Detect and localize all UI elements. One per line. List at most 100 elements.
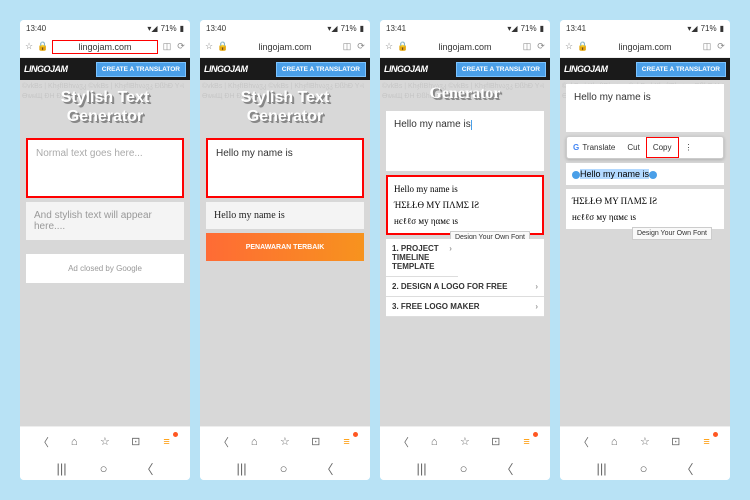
ad-link-row[interactable]: 2. DESIGN A LOGO FOR FREE› [386,277,544,297]
browser-url-bar[interactable]: ☆ 🔒 lingojam.com ◫ ⟳ [20,36,190,58]
url-text[interactable]: lingojam.com [412,42,518,52]
back-icon[interactable]: 〈 [395,434,411,450]
back-button[interactable]: 〈 [320,459,333,478]
input-textarea[interactable]: Normal text goes here... [26,138,184,198]
url-text[interactable]: lingojam.com [52,40,158,54]
chevron-right-icon: › [535,282,538,291]
refresh-icon[interactable]: ⟳ [356,42,366,52]
browser-url-bar[interactable]: ☆ 🔒 lingojam.com ◫ ⟳ [380,36,550,58]
bookmark-icon[interactable]: ☆ [97,434,113,450]
results-box: Hello my name is ΉΣŁŁӨ MY ПΛMΣ IƧ нєℓℓσ … [386,175,544,235]
output-result[interactable]: Hello my name is [206,202,364,229]
page-title: Stylish Text Generator [200,80,370,134]
battery-pct: 71% [341,24,357,33]
star-icon[interactable]: ☆ [564,42,574,52]
input-textarea[interactable]: Hello my name is [386,111,544,171]
input-textarea[interactable]: Hello my name is [206,138,364,198]
star-icon[interactable]: ☆ [24,42,34,52]
ad-banner[interactable]: PENAWARAN TERBAIK [206,233,364,261]
translate-icon[interactable]: ◫ [342,42,352,52]
refresh-icon[interactable]: ⟳ [536,42,546,52]
recent-apps-button[interactable]: ||| [236,461,246,476]
selection-handle-left[interactable] [572,171,580,179]
home-button[interactable]: ○ [640,461,648,476]
menu-icon[interactable]: ≡ [159,434,175,450]
battery-icon: ▮ [360,24,364,33]
site-logo[interactable]: LINGOJAM [24,64,68,74]
site-logo[interactable]: LINGOJAM [204,64,248,74]
menu-icon[interactable]: ≡ [339,434,355,450]
back-button[interactable]: 〈 [680,459,693,478]
browser-url-bar[interactable]: ☆ 🔒 lingojam.com ◫ ⟳ [560,36,730,58]
tabs-icon[interactable]: ⊡ [128,434,144,450]
back-icon[interactable]: 〈 [575,434,591,450]
star-icon[interactable]: ☆ [204,42,214,52]
bookmark-icon[interactable]: ☆ [457,434,473,450]
page-content: ©vkBs | KhჯfIBhvაჳკ ©vkBs | KhჯfIBhvაჳკ … [200,80,370,426]
create-translator-button[interactable]: CREATE A TRANSLATOR [276,62,366,77]
create-translator-button[interactable]: CREATE A TRANSLATOR [456,62,546,77]
back-button[interactable]: 〈 [500,459,513,478]
bookmark-icon[interactable]: ☆ [637,434,653,450]
refresh-icon[interactable]: ⟳ [176,42,186,52]
result-line[interactable]: Hello my name is [392,181,538,197]
result-line[interactable]: ΉΣŁŁӨ MY ПΛMΣ IƧ [392,197,538,213]
site-logo[interactable]: LINGOJAM [384,64,428,74]
url-text[interactable]: lingojam.com [232,42,338,52]
text-cursor [471,120,472,130]
site-header: LINGOJAM CREATE A TRANSLATOR [380,58,550,80]
result-line[interactable]: ΉΣŁŁӨ MY ПΛMΣ IƧ [570,193,720,209]
ad-link-row[interactable]: 3. FREE LOGO MAKER› [386,297,544,317]
input-textarea[interactable]: Hello my name is [566,84,724,132]
translate-icon[interactable]: ◫ [162,42,172,52]
tabs-icon[interactable]: ⊡ [488,434,504,450]
star-icon[interactable]: ☆ [384,42,394,52]
design-font-button[interactable]: Design Your Own Font [632,227,712,240]
page-title: Stylish Text Generator [20,80,190,134]
site-logo[interactable]: LINGOJAM [564,64,608,74]
home-icon[interactable]: ⌂ [246,434,262,450]
result-line[interactable]: нєℓℓσ му ηαмє ιѕ [392,213,538,229]
signal-icon: ▾◢ [507,24,517,33]
ad-link-row[interactable]: 1. PROJECT TIMELINE TEMPLATE› [386,239,458,277]
home-button[interactable]: ○ [100,461,108,476]
home-icon[interactable]: ⌂ [426,434,442,450]
browser-url-bar[interactable]: ☆ 🔒 lingojam.com ◫ ⟳ [200,36,370,58]
create-translator-button[interactable]: CREATE A TRANSLATOR [96,62,186,77]
cut-menu-item[interactable]: Cut [621,138,645,157]
more-menu-icon[interactable]: ⋮ [679,138,699,157]
home-icon[interactable]: ⌂ [66,434,82,450]
output-area: And stylish text will appear here.... [26,202,184,240]
back-icon[interactable]: 〈 [215,434,231,450]
browser-bottom-nav: 〈 ⌂ ☆ ⊡ ≡ [380,426,550,456]
bookmark-icon[interactable]: ☆ [277,434,293,450]
tabs-icon[interactable]: ⊡ [668,434,684,450]
system-nav: ||| ○ 〈 [20,456,190,480]
home-icon[interactable]: ⌂ [606,434,622,450]
back-icon[interactable]: 〈 [35,434,51,450]
recent-apps-button[interactable]: ||| [416,461,426,476]
translate-menu-item[interactable]: G Translate [567,138,621,157]
translate-icon[interactable]: ◫ [702,42,712,52]
create-translator-button[interactable]: CREATE A TRANSLATOR [636,62,726,77]
back-button[interactable]: 〈 [140,459,153,478]
translate-icon[interactable]: ◫ [522,42,532,52]
status-time: 13:41 [566,24,586,33]
page-content: ©vkBs | KhჯfIBhvაჳკ ©vkBs | KhჯfIBhvაჳკ … [560,80,730,426]
tabs-icon[interactable]: ⊡ [308,434,324,450]
url-text[interactable]: lingojam.com [592,42,698,52]
menu-icon[interactable]: ≡ [699,434,715,450]
home-button[interactable]: ○ [460,461,468,476]
recent-apps-button[interactable]: ||| [596,461,606,476]
selection-handle-right[interactable] [649,171,657,179]
copy-menu-item[interactable]: Copy [646,137,679,158]
selected-result[interactable]: Hello my name is [566,163,724,185]
site-header: LINGOJAM CREATE A TRANSLATOR [20,58,190,80]
result-line[interactable]: нєℓℓσ му ηαмє ιѕ [570,209,720,225]
refresh-icon[interactable]: ⟳ [716,42,726,52]
recent-apps-button[interactable]: ||| [56,461,66,476]
home-button[interactable]: ○ [280,461,288,476]
menu-icon[interactable]: ≡ [519,434,535,450]
lock-icon: 🔒 [38,42,48,52]
status-time: 13:40 [26,24,46,33]
